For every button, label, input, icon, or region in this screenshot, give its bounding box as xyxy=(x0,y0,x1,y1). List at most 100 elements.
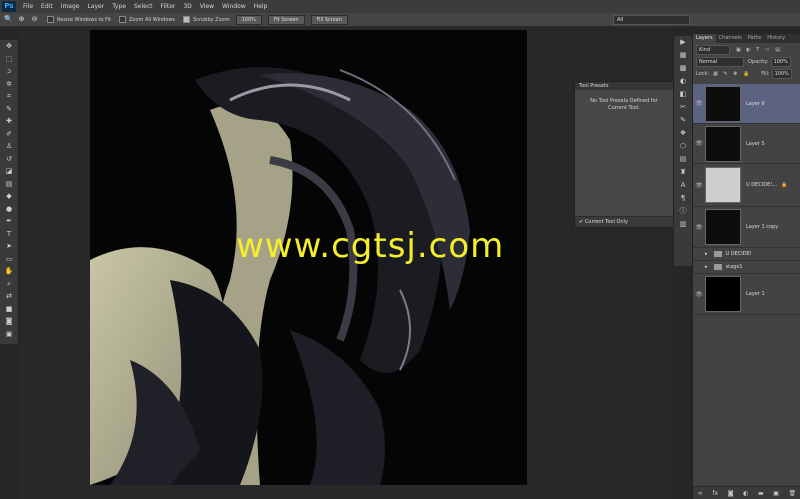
lasso-tool-icon[interactable]: ↄ xyxy=(0,65,18,78)
menu-image[interactable]: Image xyxy=(57,3,84,10)
eraser-tool-icon[interactable]: ◪ xyxy=(0,165,18,178)
adjustment-icon[interactable]: ◐ xyxy=(743,490,748,497)
fill-input[interactable]: 100% xyxy=(771,68,792,79)
lock-icon: 🔒 xyxy=(781,182,788,188)
quick-select-tool-icon[interactable]: ✲ xyxy=(0,78,18,91)
shape-tool-icon[interactable]: ▭ xyxy=(0,253,18,266)
quick-mask-icon[interactable]: ◙ xyxy=(0,315,18,328)
zoom-100-button[interactable]: 100% xyxy=(235,14,262,25)
notes-icon[interactable]: ♜ xyxy=(674,166,692,179)
tab-history[interactable]: History xyxy=(764,34,788,43)
fx-icon[interactable]: fx xyxy=(712,490,718,497)
layer-row-udecide-smart[interactable]: 👁 U DECIDE!... 🔒 xyxy=(693,164,800,207)
gradient-tool-icon[interactable]: ▤ xyxy=(0,178,18,191)
healing-tool-icon[interactable]: ✚ xyxy=(0,115,18,128)
swap-colors-icon[interactable]: ⇄ xyxy=(0,290,18,303)
tab-paths[interactable]: Paths xyxy=(745,34,765,43)
scrubby-zoom-checkbox[interactable]: Scrubby Zoom xyxy=(183,16,230,23)
tab-layers[interactable]: Layers xyxy=(693,34,716,43)
tools-icon[interactable]: ✂ xyxy=(674,101,692,114)
menu-3d[interactable]: 3D xyxy=(179,3,195,10)
play-icon[interactable]: ▶ xyxy=(674,36,692,49)
eye-icon[interactable]: 👁 xyxy=(693,182,705,189)
brush-tool-icon[interactable]: ✐ xyxy=(0,128,18,141)
menu-layer[interactable]: Layer xyxy=(83,3,108,10)
type-tool-icon[interactable]: T xyxy=(0,228,18,241)
paragraph-icon[interactable]: ¶ xyxy=(674,192,692,205)
screen-mode-icon[interactable]: ▣ xyxy=(0,328,18,341)
layers-footer: ∞ fx ◙ ◐ ▬ ▣ 🗑 xyxy=(693,486,800,499)
menu-edit[interactable]: Edit xyxy=(37,3,57,10)
menu-file[interactable]: File xyxy=(19,3,37,10)
filter-row: Kind ▣ ◐ T ▭ ▤ xyxy=(696,44,798,55)
chevron-right-icon[interactable]: ▸ xyxy=(705,264,708,270)
swatches-icon[interactable]: ▩ xyxy=(674,62,692,75)
crop-tool-icon[interactable]: ⌗ xyxy=(0,90,18,103)
eye-icon[interactable]: 👁 xyxy=(693,291,705,298)
menu-view[interactable]: View xyxy=(196,3,218,10)
eyedropper-tool-icon[interactable]: ✎ xyxy=(0,103,18,116)
styles-icon[interactable]: ◧ xyxy=(674,88,692,101)
zoom-tool-icon[interactable]: ⌕ xyxy=(0,278,18,291)
current-tool-only-checkbox[interactable]: ✔ Current Tool Only xyxy=(575,216,677,227)
blur-tool-icon[interactable]: ◆ xyxy=(0,190,18,203)
workspace-select[interactable]: All xyxy=(613,15,690,25)
layer-thumbnail xyxy=(705,85,741,122)
eye-icon[interactable]: 👁 xyxy=(693,140,705,147)
mask-icon[interactable]: ◙ xyxy=(728,490,734,497)
chevron-right-icon[interactable]: ▸ xyxy=(705,251,708,257)
blend-mode-select[interactable]: Normal xyxy=(696,56,744,67)
tab-channels[interactable]: Channels xyxy=(716,34,745,43)
resize-windows-checkbox[interactable]: Resize Windows to Fit xyxy=(47,16,111,23)
fill-screen-button[interactable]: Fill Screen xyxy=(310,14,349,25)
zoom-in-icon[interactable]: ⊕ xyxy=(17,15,26,24)
info-icon[interactable]: ⓘ xyxy=(674,205,692,218)
adjustments-icon[interactable]: ◐ xyxy=(674,75,692,88)
eye-icon[interactable]: 👁 xyxy=(693,224,705,231)
histogram-icon[interactable]: ▥ xyxy=(674,218,692,231)
dodge-tool-icon[interactable]: ● xyxy=(0,203,18,216)
timeline-icon[interactable]: ▤ xyxy=(674,153,692,166)
grid-icon[interactable]: ▦ xyxy=(674,49,692,62)
layer-row-layer6[interactable]: 👁 Layer 6 xyxy=(693,84,800,124)
stamp-tool-icon[interactable]: ♙ xyxy=(0,140,18,153)
menu-filter[interactable]: Filter xyxy=(157,3,180,10)
link-icon[interactable]: ∞ xyxy=(698,490,703,497)
3d-icon[interactable]: ⬡ xyxy=(674,140,692,153)
lock-icons[interactable]: ▦ ✎ ✥ 🔒 xyxy=(713,71,751,77)
trash-icon[interactable]: 🗑 xyxy=(789,490,797,497)
layer-row-layer5[interactable]: 👁 Layer 5 xyxy=(693,124,800,164)
eye-icon[interactable]: 👁 xyxy=(693,100,705,107)
fill-label: Fill: xyxy=(761,70,770,77)
history-brush-icon[interactable]: ↺ xyxy=(0,153,18,166)
path-select-icon[interactable]: ➤ xyxy=(0,240,18,253)
hand-tool-icon[interactable]: ✋ xyxy=(0,265,18,278)
opacity-input[interactable]: 100% xyxy=(770,56,791,67)
layer-row-layer1[interactable]: 👁 Layer 1 xyxy=(693,274,800,315)
layer-row-layer1-copy[interactable]: 👁 Layer 1 copy xyxy=(693,207,800,248)
clone-source-icon[interactable]: ❖ xyxy=(674,127,692,140)
menu-type[interactable]: Type xyxy=(108,3,130,10)
pen-tool-icon[interactable]: ✒ xyxy=(0,215,18,228)
new-group-icon[interactable]: ▬ xyxy=(758,490,764,497)
zoom-tool-icon[interactable]: 🔍 xyxy=(4,15,13,24)
filter-icons[interactable]: ▣ ◐ T ▭ ▤ xyxy=(736,47,782,53)
fit-screen-button[interactable]: Fit Screen xyxy=(267,14,305,25)
marquee-tool-icon[interactable]: ⬚ xyxy=(0,53,18,66)
zoom-all-checkbox[interactable]: Zoom All Windows xyxy=(119,16,175,23)
kind-filter-select[interactable]: Kind xyxy=(696,44,730,55)
layer-group-udecide[interactable]: ▸ U DECIDE! xyxy=(693,248,800,261)
zoom-out-icon[interactable]: ⊖ xyxy=(30,15,39,24)
layer-group-stage1[interactable]: ▸ stage1 xyxy=(693,261,800,274)
menu-window[interactable]: Window xyxy=(218,3,250,10)
color-swatch-icon[interactable]: ■ xyxy=(0,303,18,316)
menu-help[interactable]: Help xyxy=(250,3,272,10)
layer-thumbnail xyxy=(705,167,741,203)
brush-settings-icon[interactable]: ✎ xyxy=(674,114,692,127)
menu-select[interactable]: Select xyxy=(130,3,157,10)
new-layer-icon[interactable]: ▣ xyxy=(773,490,779,497)
checkbox-box xyxy=(47,16,54,23)
character-icon[interactable]: A xyxy=(674,179,692,192)
tool-presets-panel: Tool Presets No Tool Presets Defined for… xyxy=(574,81,677,228)
move-tool-icon[interactable]: ✥ xyxy=(0,40,18,53)
